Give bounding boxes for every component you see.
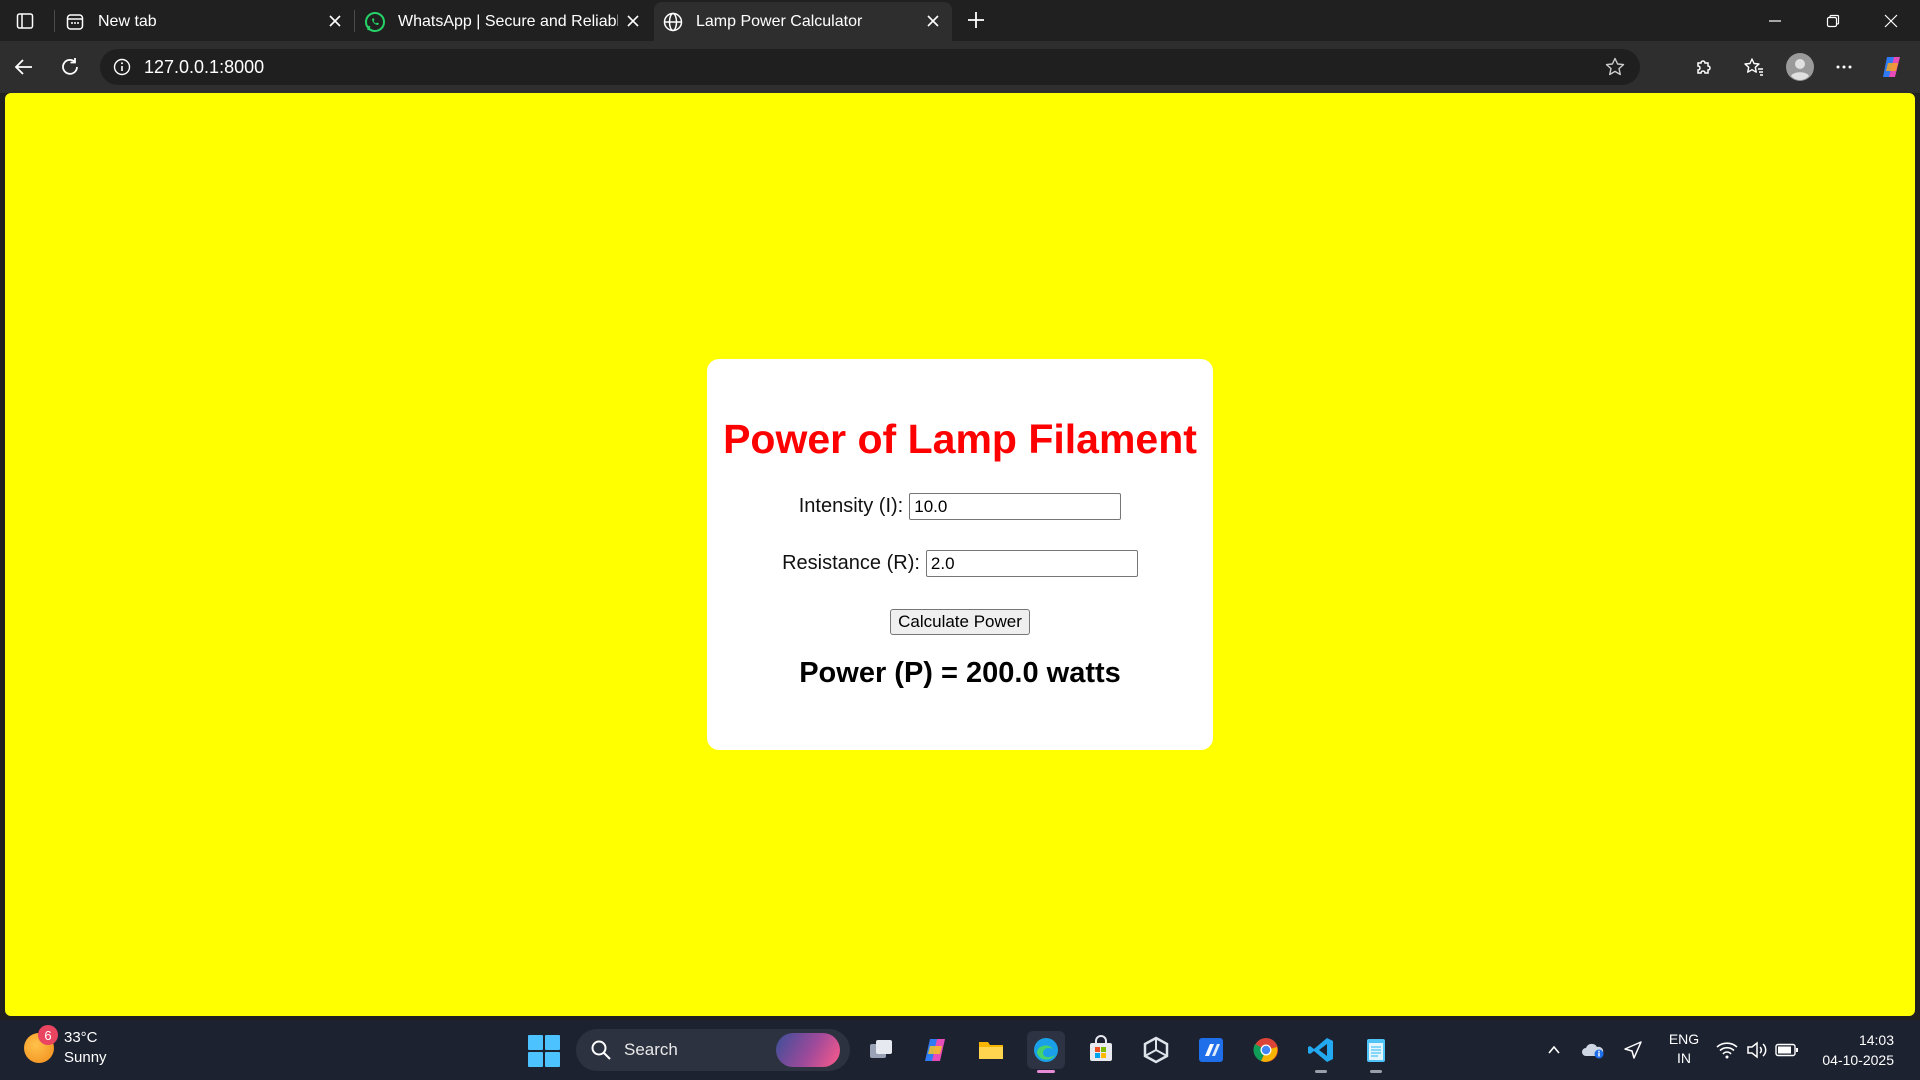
close-icon[interactable] — [624, 12, 642, 30]
microsoft-store-icon[interactable] — [1082, 1031, 1120, 1069]
tab-separator — [354, 10, 355, 32]
back-button[interactable] — [8, 51, 40, 83]
back-arrow-icon — [14, 59, 32, 75]
resistance-row: Resistance (R): — [707, 550, 1213, 577]
close-icon[interactable] — [924, 12, 942, 30]
unity-icon[interactable] — [1137, 1031, 1175, 1069]
system-clock[interactable]: 14:03 04-10-2025 — [1814, 1030, 1894, 1070]
notification-badge: 6 — [38, 1025, 58, 1045]
battery-icon[interactable] — [1774, 1020, 1800, 1080]
show-hidden-icons-button[interactable] — [1540, 1020, 1568, 1080]
chevron-up-icon — [1548, 1045, 1560, 1054]
resistance-input[interactable] — [925, 550, 1138, 577]
calculate-power-button[interactable]: Calculate Power — [890, 609, 1030, 635]
restore-icon — [1826, 14, 1840, 27]
puzzle-icon — [1697, 60, 1711, 74]
minimize-button[interactable] — [1746, 0, 1804, 41]
sun-icon: 6 — [24, 1025, 58, 1063]
extensions-button[interactable] — [1688, 51, 1720, 83]
location-tray-icon[interactable] — [1618, 1020, 1648, 1080]
taskbar-search[interactable]: Search — [576, 1029, 850, 1071]
new-tab-icon — [64, 11, 86, 33]
chrome-icon[interactable] — [1247, 1031, 1285, 1069]
close-icon[interactable] — [326, 12, 344, 30]
copilot-icon — [1883, 57, 1900, 77]
tab-label: New tab — [98, 12, 157, 30]
favorites-button[interactable] — [1738, 51, 1770, 83]
refresh-button[interactable] — [54, 51, 86, 83]
search-highlight-image — [776, 1033, 840, 1067]
globe-icon — [662, 11, 684, 33]
search-icon — [591, 1040, 611, 1060]
restore-button[interactable] — [1804, 0, 1862, 41]
plus-icon — [968, 12, 984, 28]
intensity-row: Intensity (I): — [707, 493, 1213, 520]
task-view-icon[interactable] — [862, 1031, 900, 1069]
language-indicator[interactable]: ENG IN — [1666, 1030, 1702, 1068]
minimize-icon — [1769, 19, 1781, 22]
more-menu-button[interactable] — [1828, 51, 1860, 83]
notepad-icon[interactable] — [1357, 1031, 1395, 1073]
tab-separator — [54, 10, 55, 32]
wifi-icon[interactable] — [1714, 1020, 1740, 1080]
page-title: Power of Lamp Filament — [723, 416, 1197, 462]
tab-whatsapp[interactable]: WhatsApp | Secure and Reliable Free Priv… — [356, 2, 652, 41]
search-label: Search — [624, 1040, 678, 1059]
address-bar[interactable]: 127.0.0.1:8000 — [100, 49, 1640, 85]
favorites-icon — [1744, 58, 1763, 76]
vs-code-insiders-icon[interactable] — [1192, 1031, 1230, 1069]
language-region: IN — [1677, 1050, 1691, 1066]
edge-browser-icon[interactable] — [1027, 1031, 1065, 1073]
close-window-button[interactable] — [1862, 0, 1920, 41]
weather-widget[interactable]: 6 33°C Sunny — [24, 1025, 107, 1068]
tab-label: Lamp Power Calculator — [696, 12, 863, 30]
close-icon — [1884, 14, 1898, 27]
copilot-app-icon[interactable] — [917, 1031, 955, 1069]
tab-new-tab[interactable]: New tab — [56, 2, 354, 41]
taskbar: 6 33°C Sunny Search ENG IN 14:03 04-10-2… — [0, 1020, 1920, 1080]
windows-logo-icon — [528, 1035, 543, 1050]
tab-lamp-power-calculator[interactable]: Lamp Power Calculator — [654, 2, 952, 41]
power-result: Power (P) = 200.0 watts — [799, 657, 1121, 689]
resistance-label: Resistance (R): — [782, 552, 920, 574]
running-indicator — [1370, 1070, 1382, 1073]
tab-label: WhatsApp | Secure and Reliable Free Priv… — [398, 12, 618, 30]
start-button[interactable] — [528, 1035, 560, 1067]
onedrive-tray-icon[interactable] — [1578, 1020, 1608, 1080]
language-code: ENG — [1668, 1031, 1700, 1047]
browser-toolbar: 127.0.0.1:8000 — [0, 41, 1920, 93]
volume-icon[interactable] — [1744, 1020, 1770, 1080]
browser-titlebar: New tab WhatsApp | Secure and Reliable F… — [0, 0, 1920, 41]
vscode-icon[interactable] — [1302, 1031, 1340, 1073]
profile-button[interactable] — [1784, 51, 1816, 83]
tab-actions-icon[interactable] — [10, 8, 40, 34]
refresh-icon — [62, 58, 78, 75]
url-text: 127.0.0.1:8000 — [144, 56, 265, 77]
calculator-card: Power of Lamp Filament Intensity (I): Re… — [707, 359, 1213, 750]
file-explorer-icon[interactable] — [972, 1031, 1010, 1069]
site-info-icon[interactable] — [112, 57, 132, 77]
running-indicator — [1037, 1070, 1055, 1073]
weather-condition: Sunny — [64, 1049, 107, 1066]
ellipsis-icon — [1836, 65, 1852, 69]
favorite-star-icon[interactable] — [1604, 56, 1626, 78]
intensity-input[interactable] — [909, 493, 1122, 520]
clock-date: 04-10-2025 — [1822, 1052, 1894, 1068]
whatsapp-icon — [364, 11, 386, 33]
copilot-button[interactable] — [1876, 51, 1908, 83]
page-viewport: Power of Lamp Filament Intensity (I): Re… — [5, 93, 1915, 1016]
clock-time: 14:03 — [1858, 1032, 1894, 1048]
weather-temperature: 33°C — [64, 1029, 98, 1046]
avatar-icon — [1786, 53, 1814, 81]
intensity-label: Intensity (I): — [798, 495, 904, 517]
new-tab-button[interactable] — [962, 6, 990, 34]
running-indicator — [1315, 1070, 1327, 1073]
